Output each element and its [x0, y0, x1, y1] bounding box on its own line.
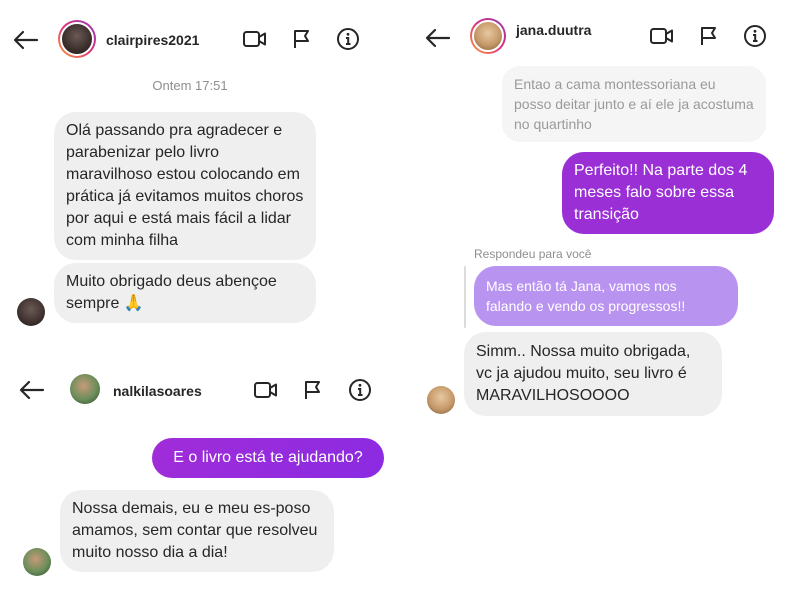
- avatar[interactable]: [58, 20, 96, 58]
- message-timestamp: Ontem 17:51: [152, 78, 228, 93]
- back-arrow-icon[interactable]: [424, 24, 452, 52]
- info-icon[interactable]: [741, 22, 769, 50]
- chat-panel-jana: jana.duutra Entao a cama montessoriana e…: [400, 0, 800, 600]
- flag-icon[interactable]: [288, 25, 316, 53]
- chat-username[interactable]: clairpires2021: [106, 32, 199, 48]
- back-arrow-icon[interactable]: [18, 376, 46, 404]
- video-camera-icon[interactable]: [252, 376, 280, 404]
- received-message[interactable]: Olá passando pra agradecer e parabenizar…: [54, 112, 316, 260]
- chat-username[interactable]: nalkilasoares: [113, 383, 202, 399]
- video-camera-icon[interactable]: [648, 22, 676, 50]
- received-message[interactable]: Simm.. Nossa muito obrigada, vc ja ajudo…: [464, 332, 722, 416]
- sender-avatar: [427, 386, 455, 414]
- sender-avatar: [17, 298, 45, 326]
- avatar[interactable]: [470, 18, 506, 54]
- chat-username[interactable]: jana.duutra: [516, 22, 591, 38]
- avatar[interactable]: [70, 374, 100, 404]
- received-message-faded[interactable]: Entao a cama montessoriana eu posso deit…: [502, 66, 766, 142]
- flag-icon[interactable]: [299, 376, 327, 404]
- info-icon[interactable]: [346, 376, 374, 404]
- received-message[interactable]: Muito obrigado deus abençoe sempre 🙏: [54, 263, 316, 323]
- chat-panel-nalkilasoares: nalkilasoares E o livro está te ajudando…: [0, 360, 400, 600]
- info-icon[interactable]: [334, 25, 362, 53]
- sent-message[interactable]: Perfeito!! Na parte dos 4 meses falo sob…: [562, 152, 774, 234]
- chat-panel-clairpires: clairpires2021 Ontem 17:51 Olá passando …: [0, 0, 400, 340]
- received-message[interactable]: Nossa demais, eu e meu es-poso amamos, s…: [60, 490, 334, 572]
- reply-indicator-bar: [464, 266, 466, 328]
- replied-message[interactable]: Mas então tá Jana, vamos nos falando e v…: [474, 266, 738, 326]
- back-arrow-icon[interactable]: [12, 26, 40, 54]
- sent-message[interactable]: E o livro está te ajudando?: [152, 438, 384, 478]
- sender-avatar: [23, 548, 51, 576]
- video-camera-icon[interactable]: [241, 25, 269, 53]
- flag-icon[interactable]: [695, 22, 723, 50]
- reply-label: Respondeu para você: [474, 247, 592, 261]
